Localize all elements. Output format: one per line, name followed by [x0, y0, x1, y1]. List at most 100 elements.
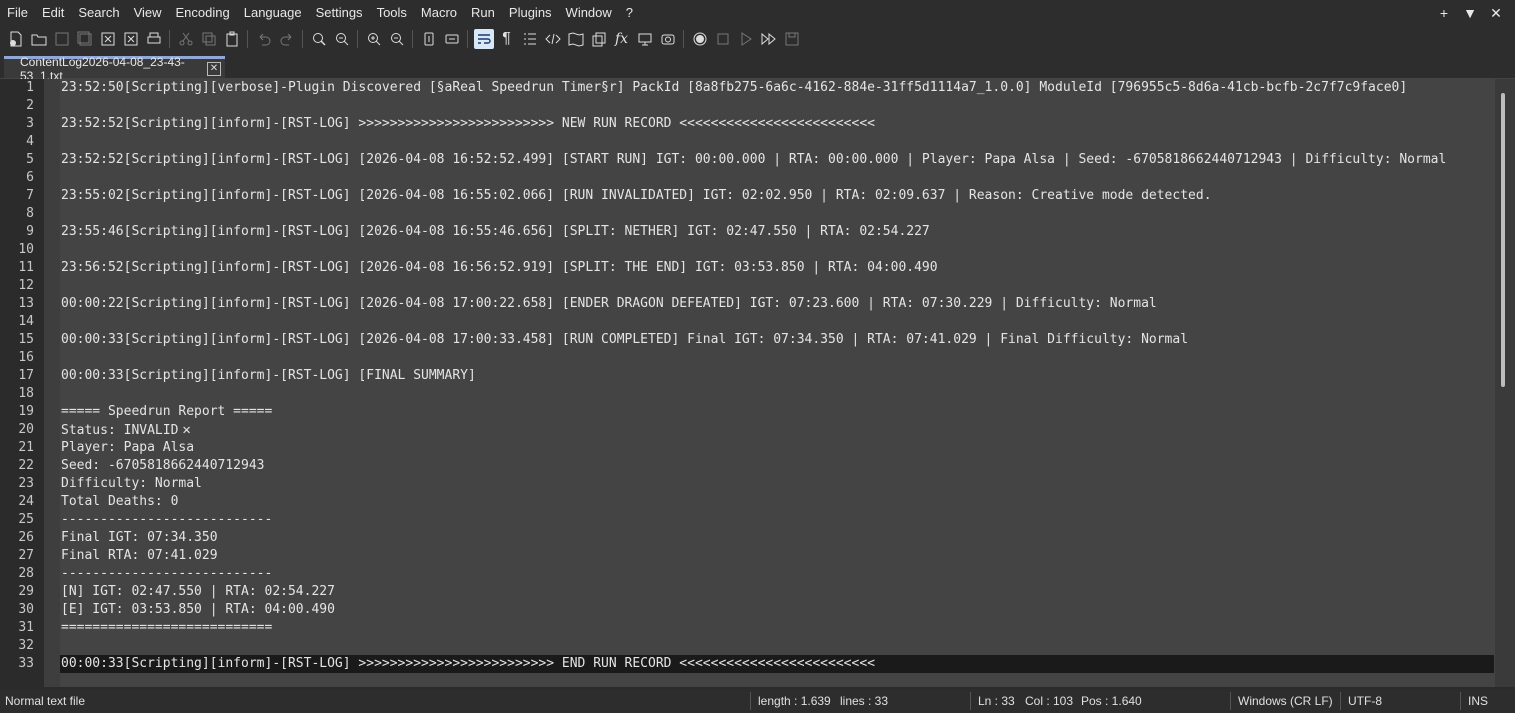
code-line-text: 23:52:50[Scripting][verbose]-Plugin Disc…: [61, 80, 1408, 95]
status-separator: [1340, 692, 1341, 710]
toolbar-separator: [247, 30, 248, 48]
line-number: 9: [26, 224, 34, 239]
function-list-icon[interactable]: fx: [612, 29, 632, 49]
code-line-text: [N] IGT: 02:47.550 | RTA: 02:54.227: [61, 584, 335, 599]
menu-item-search[interactable]: Search: [71, 0, 126, 26]
cut-icon[interactable]: [176, 29, 196, 49]
menu-item-plugins[interactable]: Plugins: [502, 0, 559, 26]
line-number: 29: [18, 584, 34, 599]
close-icon[interactable]: [98, 29, 118, 49]
zoom-out-icon[interactable]: [387, 29, 407, 49]
word-wrap-icon[interactable]: [473, 29, 494, 49]
menu-item-run[interactable]: Run: [464, 0, 502, 26]
line-number: 30: [18, 602, 34, 617]
stop-macro-icon[interactable]: [713, 29, 733, 49]
code-line: ---------------------------: [61, 511, 272, 529]
run-macro-multiple-icon[interactable]: [759, 29, 779, 49]
cursor-column: Col : 103: [1025, 694, 1074, 708]
save-macro-icon[interactable]: [782, 29, 802, 49]
menu-item-macro[interactable]: Macro: [414, 0, 464, 26]
copy-icon[interactable]: [199, 29, 219, 49]
code-line: ===========================: [61, 619, 272, 637]
line-number: 7: [26, 188, 34, 203]
code-line: 23:52:52[Scripting][inform]-[RST-LOG] >>…: [61, 115, 875, 133]
code-line: Player: Papa Alsa: [61, 439, 194, 457]
menu-bar: File Edit Search View Encoding Language Settin…: [0, 0, 1515, 26]
code-line-text: 23:52:52[Scripting][inform]-[RST-LOG] [2…: [61, 152, 1447, 167]
print-icon[interactable]: [144, 29, 164, 49]
code-line: 00:00:22[Scripting][inform]-[RST-LOG] [2…: [61, 295, 1157, 313]
tab-list-button[interactable]: ▼: [1457, 5, 1483, 21]
close-all-icon[interactable]: [121, 29, 141, 49]
line-number: 16: [18, 350, 34, 365]
toolbar-separator: [302, 30, 303, 48]
code-line: Final IGT: 07:34.350: [61, 529, 218, 547]
code-line-text: Player: Papa Alsa: [61, 440, 195, 455]
paste-icon[interactable]: [222, 29, 242, 49]
toolbar: ¶ fx: [0, 26, 1515, 52]
save-all-icon[interactable]: [75, 29, 95, 49]
document-map-icon[interactable]: [566, 29, 586, 49]
menu-item-tools[interactable]: Tools: [370, 0, 414, 26]
new-tab-button[interactable]: +: [1431, 5, 1457, 21]
file-tab[interactable]: ContentLog2026-04-08_23-43-53_1.txt ✕: [4, 55, 225, 83]
line-number: 21: [18, 440, 34, 455]
code-line-text: 23:56:52[Scripting][inform]-[RST-LOG] [2…: [61, 260, 938, 275]
code-line: [N] IGT: 02:47.550 | RTA: 02:54.227: [61, 583, 335, 601]
show-all-characters-icon[interactable]: ¶: [497, 29, 517, 49]
scrollbar-thumb[interactable]: [1501, 93, 1505, 387]
menu-item-file[interactable]: File: [0, 0, 35, 26]
new-file-icon[interactable]: [6, 29, 26, 49]
doc-length: length : 1.639: [758, 694, 831, 708]
editor[interactable]: 1 23:52:50[Scripting][verbose]-Plugin Dis…: [0, 79, 1515, 687]
eol-format[interactable]: Windows (CR LF): [1238, 689, 1333, 713]
code-line-text: Final RTA: 07:41.029: [61, 548, 218, 563]
menu-item-settings[interactable]: Settings: [309, 0, 370, 26]
replace-icon[interactable]: [332, 29, 352, 49]
vertical-scrollbar[interactable]: [1495, 79, 1515, 687]
code-line-text: 23:52:52[Scripting][inform]-[RST-LOG] >>…: [61, 116, 875, 131]
tab-close-icon[interactable]: ✕: [207, 62, 221, 76]
menu-item-window[interactable]: Window: [559, 0, 619, 26]
line-number: 13: [18, 296, 34, 311]
record-macro-icon[interactable]: [690, 29, 710, 49]
toolbar-separator: [683, 30, 684, 48]
line-number: 2: [26, 98, 34, 113]
line-number: 25: [18, 512, 34, 527]
line-number: 8: [26, 206, 34, 221]
window-controls: + ▼ ✕: [1431, 0, 1509, 26]
line-number: 31: [18, 620, 34, 635]
typing-mode[interactable]: INS: [1468, 689, 1488, 713]
cursor-line: Ln : 33: [978, 694, 1015, 708]
code-line-text: Final IGT: 07:34.350: [61, 530, 218, 545]
toolbar-separator: [467, 30, 468, 48]
save-icon[interactable]: [52, 29, 72, 49]
indent-guide-icon[interactable]: [520, 29, 540, 49]
document-list-icon[interactable]: [589, 29, 609, 49]
menu-item-view[interactable]: View: [127, 0, 169, 26]
menu-item-edit[interactable]: Edit: [35, 0, 71, 26]
menu-item-help[interactable]: ?: [619, 0, 640, 26]
find-icon[interactable]: [309, 29, 329, 49]
line-number: 19: [18, 404, 34, 419]
line-number: 6: [26, 170, 34, 185]
menu-item-encoding[interactable]: Encoding: [169, 0, 237, 26]
code-line: [E] IGT: 03:53.850 | RTA: 04:00.490: [61, 601, 335, 619]
folder-as-workspace-icon[interactable]: [635, 29, 655, 49]
xml-tag-icon[interactable]: [543, 29, 563, 49]
zoom-in-icon[interactable]: [364, 29, 384, 49]
toolbar-separator: [357, 30, 358, 48]
redo-icon[interactable]: [277, 29, 297, 49]
monitoring-icon[interactable]: [658, 29, 678, 49]
sync-horizontal-icon[interactable]: [442, 29, 462, 49]
encoding[interactable]: UTF-8: [1348, 689, 1382, 713]
open-folder-icon[interactable]: [29, 29, 49, 49]
line-number: 15: [18, 332, 34, 347]
code-line-text: ---------------------------: [61, 566, 273, 581]
undo-icon[interactable]: [254, 29, 274, 49]
play-macro-icon[interactable]: [736, 29, 756, 49]
menu-item-language[interactable]: Language: [237, 0, 309, 26]
sync-vertical-icon[interactable]: [419, 29, 439, 49]
close-doc-button[interactable]: ✕: [1483, 5, 1509, 22]
status-separator: [1460, 692, 1461, 710]
